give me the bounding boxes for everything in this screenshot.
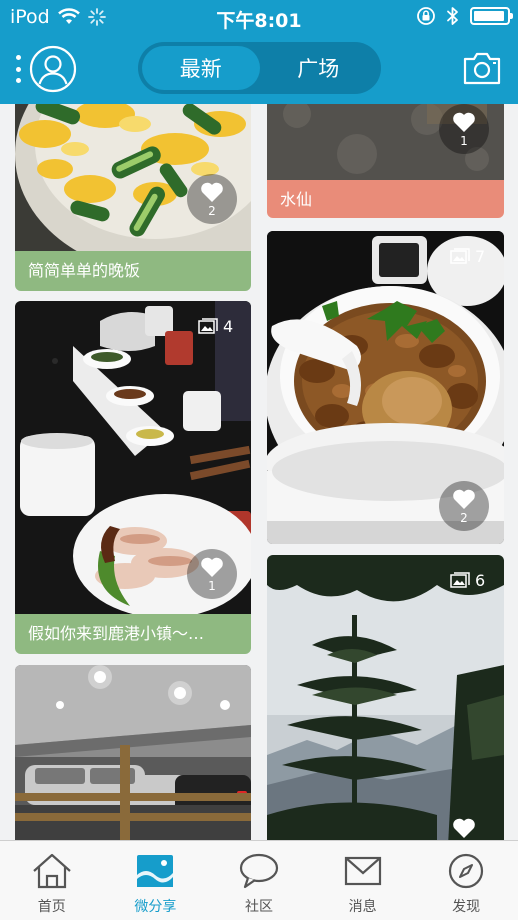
photo-count: 6	[450, 568, 485, 592]
photo-count: 7	[450, 244, 485, 268]
heart-icon	[453, 818, 475, 838]
feed-card-braised-pork[interactable]: 7 2	[267, 231, 504, 544]
heart-icon	[453, 489, 475, 509]
avatar-icon[interactable]	[29, 45, 77, 93]
tab-community[interactable]: 社区	[207, 841, 311, 920]
app-header: 最新 广场	[0, 36, 518, 104]
bottom-tab-bar: 首页 微分享 社区 消息 发现	[0, 840, 518, 920]
like-button[interactable]: 2	[439, 481, 489, 531]
photo-feed: 2 简简单单的晚饭 1 水仙 4 1 假如你来到鹿港小镇～… 7 2 6	[0, 104, 518, 840]
card-title: 简简单单的晚饭	[28, 261, 141, 280]
photo-count-value: 6	[475, 570, 486, 590]
tab-label: 社区	[244, 899, 273, 915]
status-bar: iPod 下午8:01	[0, 0, 518, 36]
photo-count: 4	[198, 314, 233, 338]
like-count: 2	[460, 510, 468, 525]
photo-count-value: 4	[223, 316, 234, 336]
chat-bubble-icon	[239, 853, 279, 889]
battery-level	[474, 11, 505, 21]
feed-segment-control: 最新 广场	[138, 42, 381, 94]
photo-count-value: 7	[475, 246, 486, 266]
tab-label: 首页	[37, 899, 66, 915]
feed-card-lukang-town[interactable]: 4 1 假如你来到鹿港小镇～…	[15, 301, 251, 654]
feed-card-parking-garage[interactable]	[15, 665, 251, 840]
photo-stack-icon	[198, 317, 218, 334]
tab-discover[interactable]: 发现	[414, 841, 518, 920]
like-button[interactable]: 2	[187, 174, 237, 224]
tab-square[interactable]: 广场	[260, 46, 378, 90]
bluetooth-icon	[447, 7, 458, 25]
card-title: 水仙	[280, 190, 313, 209]
tab-label: 微分享	[134, 899, 177, 915]
feed-card-dinner[interactable]: 2 简简单单的晚饭	[15, 104, 251, 291]
status-right	[416, 6, 513, 26]
tab-home[interactable]: 首页	[0, 841, 104, 920]
like-count: 1	[208, 578, 216, 593]
like-count: 2	[208, 203, 216, 218]
camera-icon[interactable]	[462, 50, 502, 86]
tab-label: 消息	[348, 899, 377, 915]
tab-messages[interactable]: 消息	[311, 841, 415, 920]
card-photo	[15, 665, 251, 840]
compass-icon	[449, 853, 484, 889]
tab-label: 发现	[452, 899, 481, 915]
photo-stack-icon	[450, 571, 470, 588]
orientation-lock-icon	[417, 7, 435, 25]
like-count: 1	[460, 133, 468, 148]
envelope-icon	[344, 856, 381, 886]
tab-micro-share[interactable]: 微分享	[104, 841, 208, 920]
battery-icon	[470, 7, 513, 25]
home-icon	[33, 853, 71, 889]
photo-share-icon	[137, 855, 174, 887]
like-button[interactable]: 1	[187, 549, 237, 599]
card-title: 假如你来到鹿港小镇～…	[28, 624, 205, 643]
photo-stack-icon	[450, 247, 470, 264]
feed-card-mountain-pine[interactable]: 6	[267, 555, 504, 840]
heart-icon	[453, 112, 475, 132]
heart-icon	[201, 182, 223, 202]
heart-icon	[201, 557, 223, 577]
menu-dots-icon[interactable]	[14, 55, 22, 83]
like-button[interactable]: 1	[439, 104, 489, 154]
feed-card-narcissus[interactable]: 1 水仙	[267, 104, 504, 218]
tab-latest[interactable]: 最新	[142, 46, 260, 90]
card-photo	[267, 555, 504, 840]
